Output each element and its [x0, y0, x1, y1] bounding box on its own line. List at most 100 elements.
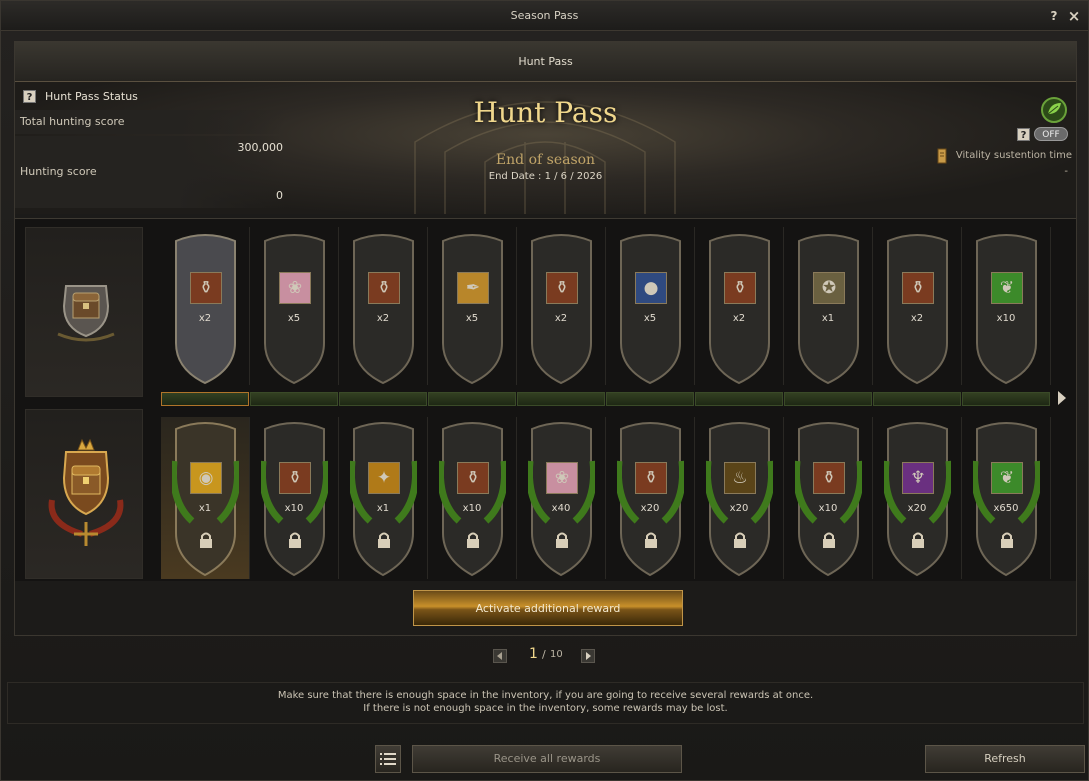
season-pass-window: Season Pass ? × Hunt Pass ? Hunt Pass St… [0, 0, 1089, 781]
free-reward-slot[interactable]: ✒ x5 [428, 227, 517, 385]
vitality-toggle[interactable]: OFF [1034, 127, 1068, 141]
free-reward-slot[interactable]: ⚱ x2 [339, 227, 428, 385]
potion-pouch-icon: ⚱ [635, 462, 667, 494]
receive-all-rewards-button[interactable]: Receive all rewards [412, 745, 682, 773]
rose-icon: ❀ [279, 272, 311, 304]
free-reward-slot[interactable]: ⚱ x2 [161, 227, 250, 385]
wreath-shield-frame [795, 422, 862, 577]
potion-pouch-icon: ⚱ [813, 462, 845, 494]
lock-icon [734, 532, 746, 548]
hunt-pass-banner: ? Hunt Pass Status Total hunting score 3… [15, 82, 1076, 214]
reward-shield-frame [976, 234, 1037, 385]
premium-reward-slot[interactable]: ♆ x20 [873, 417, 962, 579]
lock-icon [1001, 532, 1013, 548]
reward-shield-frame [353, 234, 414, 385]
potion-pouch-icon: ⚱ [457, 462, 489, 494]
lock-icon [467, 532, 479, 548]
premium-reward-slot[interactable]: ◉ x1 [161, 417, 250, 579]
premium-reward-slot[interactable]: ⚱ x10 [250, 417, 339, 579]
reward-quantity: x10 [996, 313, 1016, 324]
season-subtitle: End of season [495, 152, 596, 168]
window-title: Season Pass [510, 9, 579, 22]
page-title: Hunt Pass [473, 96, 618, 129]
free-reward-track: ⚱ x2 ❀ x5 ⚱ x2 ✒ x5 ⚱ x2 ● x5 ⚱ x2 ✪ x1 … [161, 227, 1051, 385]
rose-icon: ❀ [546, 462, 578, 494]
potion-pouch-icon: ⚱ [190, 272, 222, 304]
vitality-value: - [1064, 166, 1068, 177]
chevron-left-icon [497, 652, 502, 660]
close-icon[interactable]: × [1066, 8, 1082, 24]
next-page-button[interactable] [581, 649, 595, 663]
progress-segment [517, 392, 605, 406]
tab-hunt-pass[interactable]: Hunt Pass [15, 42, 1076, 82]
reward-shield-frame [709, 234, 770, 385]
notice-line-2: If there is not enough space in the inve… [363, 703, 728, 714]
free-reward-slot[interactable]: ⚱ x2 [695, 227, 784, 385]
wreath-shield-frame [973, 422, 1040, 577]
reward-quantity: x2 [732, 313, 746, 324]
premium-tier-label [25, 409, 143, 579]
end-date-value: 1 / 6 / 2026 [544, 171, 603, 182]
green-leaf-icon: ❦ [991, 272, 1023, 304]
progress-segment [873, 392, 961, 406]
potion-pouch-icon: ⚱ [724, 272, 756, 304]
reward-shield-frame [531, 234, 592, 385]
reward-quantity: x40 [551, 503, 571, 514]
refresh-button[interactable]: Refresh [925, 745, 1085, 773]
activate-additional-reward-button[interactable]: Activate additional reward [413, 590, 683, 626]
premium-reward-slot[interactable]: ❀ x40 [517, 417, 606, 579]
vitality-help-icon[interactable]: ? [1017, 128, 1030, 141]
potion-pouch-icon: ⚱ [279, 462, 311, 494]
inventory-notice: Make sure that there is enough space in … [7, 682, 1084, 724]
lock-icon [378, 532, 390, 548]
progress-segment [606, 392, 694, 406]
premium-reward-slot[interactable]: ⚱ x10 [784, 417, 873, 579]
next-page-arrow-icon[interactable] [1055, 389, 1069, 407]
premium-reward-slot[interactable]: ♨ x20 [695, 417, 784, 579]
notice-line-1: Make sure that there is enough space in … [277, 690, 814, 701]
free-reward-slot[interactable]: ⚱ x2 [873, 227, 962, 385]
reward-list-button[interactable] [375, 745, 401, 773]
premium-reward-slot[interactable]: ⚱ x20 [606, 417, 695, 579]
help-icon[interactable]: ? [1046, 8, 1062, 24]
golden-scroll-icon: ✒ [457, 272, 489, 304]
progress-segment [784, 392, 872, 406]
lock-icon [645, 532, 657, 548]
progress-segment [962, 392, 1050, 406]
progress-segment [161, 392, 249, 406]
green-leaf-icon: ❦ [991, 462, 1023, 494]
reward-quantity: x2 [554, 313, 568, 324]
compass-icon: ✪ [813, 272, 845, 304]
free-reward-slot[interactable]: ● x5 [606, 227, 695, 385]
reward-quantity: x20 [729, 503, 749, 514]
hunting-score-value-row: 0 [15, 184, 285, 208]
reward-quantity: x20 [907, 503, 927, 514]
total-pages: 10 [550, 649, 563, 660]
reward-quantity: x2 [376, 313, 390, 324]
chevron-right-icon [586, 652, 591, 660]
wreath-shield-frame [439, 422, 506, 577]
reward-quantity: x10 [284, 503, 304, 514]
progress-segment [428, 392, 516, 406]
premium-reward-track: ◉ x1 ⚱ x10 ✦ x1 ⚱ x10 ❀ x40 ⚱ x20 ♨ x20 … [161, 417, 1051, 579]
premium-reward-slot[interactable]: ❦ x650 [962, 417, 1051, 579]
lock-icon [200, 532, 212, 548]
reward-quantity: x10 [462, 503, 482, 514]
lock-icon [289, 532, 301, 548]
vitality-leaf-icon[interactable] [1040, 96, 1068, 124]
reward-shield-frame [620, 234, 681, 385]
reward-quantity: x650 [993, 503, 1019, 514]
wreath-shield-frame [350, 422, 417, 577]
vitality-label: Vitality sustention time [955, 150, 1072, 161]
dark-elixir-icon: ♨ [724, 462, 756, 494]
premium-reward-slot[interactable]: ⚱ x10 [428, 417, 517, 579]
premium-reward-slot[interactable]: ✦ x1 [339, 417, 428, 579]
hunt-pass-panel: Hunt Pass ? Hunt Pass Status Total hunti… [14, 41, 1077, 636]
free-reward-slot[interactable]: ❀ x5 [250, 227, 339, 385]
reward-quantity: x1 [376, 503, 390, 514]
free-reward-slot[interactable]: ❦ x10 [962, 227, 1051, 385]
reward-quantity: x5 [465, 313, 479, 324]
free-reward-slot[interactable]: ⚱ x2 [517, 227, 606, 385]
free-reward-slot[interactable]: ✪ x1 [784, 227, 873, 385]
prev-page-button[interactable] [493, 649, 507, 663]
